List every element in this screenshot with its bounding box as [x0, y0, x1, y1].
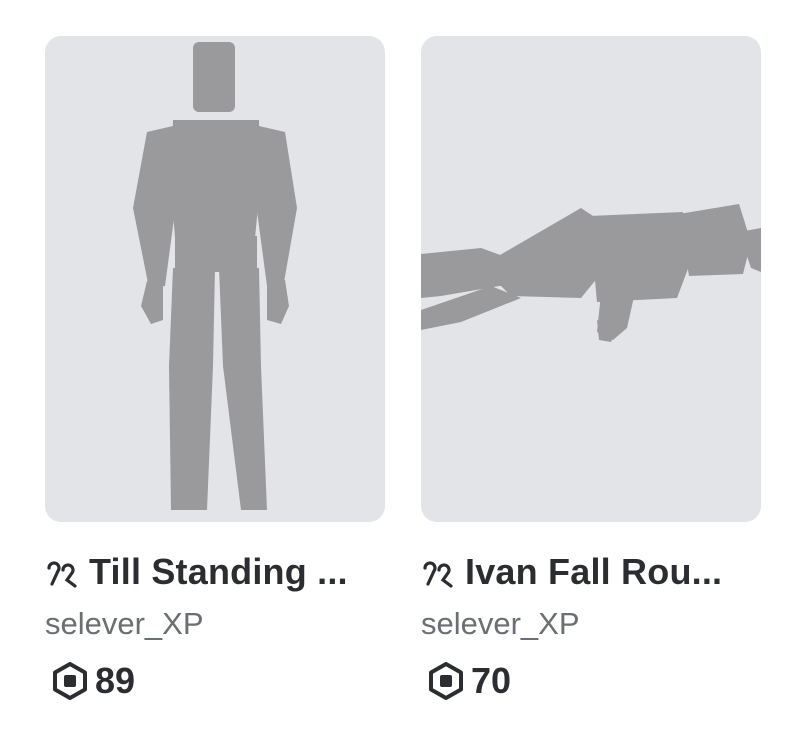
item-card[interactable]: Ivan Fall Rou... selever_XP 70 [421, 36, 761, 702]
item-creator[interactable]: selever_XP [45, 604, 385, 644]
item-name[interactable]: Ivan Fall Rou... [465, 551, 722, 593]
item-price-row: 70 [421, 660, 761, 702]
item-creator[interactable]: selever_XP [421, 604, 761, 644]
bundle-icon [423, 561, 453, 588]
item-thumbnail[interactable] [421, 36, 761, 522]
item-title-row[interactable]: Till Standing ... [45, 550, 385, 594]
robux-icon [429, 662, 463, 700]
item-thumbnail[interactable] [45, 36, 385, 522]
standing-avatar-silhouette-icon [133, 42, 297, 510]
item-price: 70 [471, 660, 512, 701]
robux-icon [53, 662, 87, 700]
item-card[interactable]: Till Standing ... selever_XP 89 [45, 36, 385, 702]
item-title-row[interactable]: Ivan Fall Rou... [421, 550, 761, 594]
item-price: 89 [95, 660, 136, 701]
item-name[interactable]: Till Standing ... [89, 551, 348, 593]
falling-avatar-silhouette-icon [421, 204, 761, 342]
bundle-icon [47, 561, 77, 588]
item-price-row: 89 [45, 660, 385, 702]
